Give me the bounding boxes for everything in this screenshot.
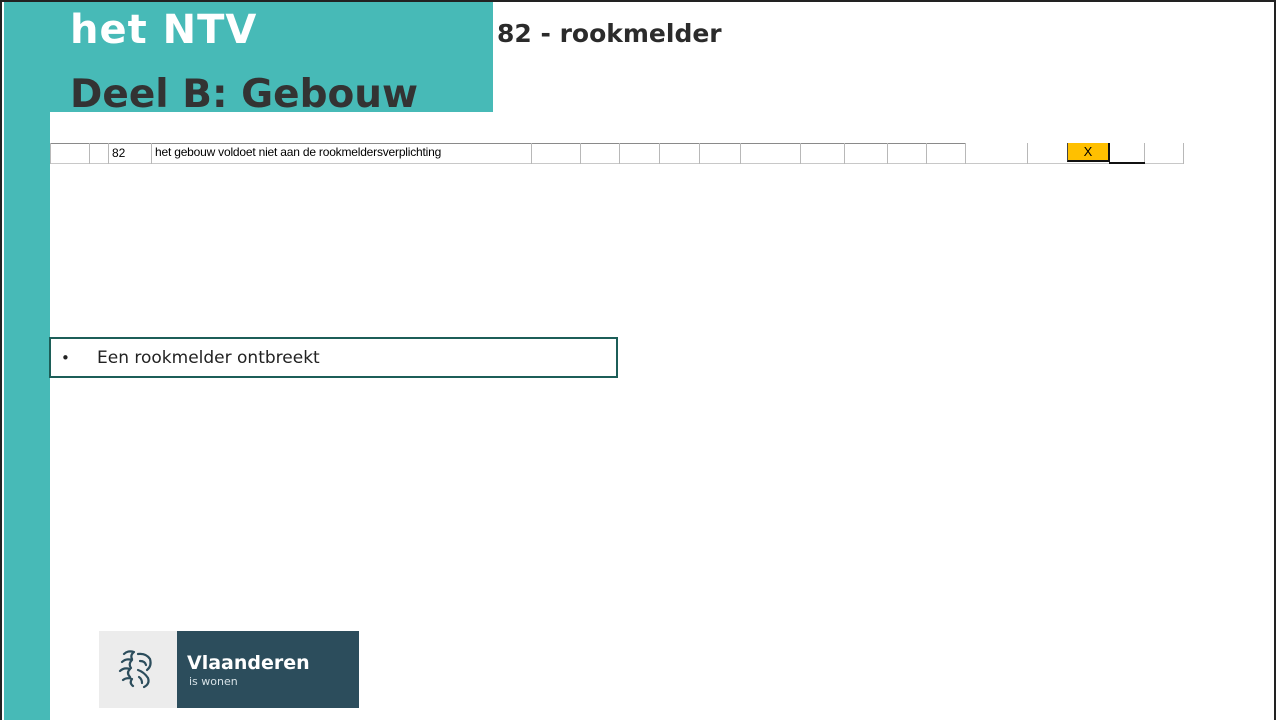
cell-divider: [1144, 143, 1145, 164]
lion-icon: [118, 650, 152, 689]
cell-divider: [844, 143, 845, 164]
cell-divider: [1027, 143, 1028, 164]
table-row: 82 het gebouw voldoet niet aan de rookme…: [50, 143, 1184, 164]
cell-divider: [699, 143, 700, 164]
slide-title: het NTV: [70, 7, 258, 53]
row-bottom-border: [50, 163, 1184, 164]
logo-name: Vlaanderen: [187, 652, 310, 674]
logo-subtitle: is wonen: [189, 675, 238, 688]
slide: het NTV Deel B: Gebouw 82 - rookmelder 8…: [0, 0, 1276, 720]
cell-divider: [89, 143, 90, 164]
item-heading: 82 - rookmelder: [497, 19, 722, 48]
cell-divider: [659, 143, 660, 164]
row-number: 82: [112, 146, 126, 160]
cell-divider: [580, 143, 581, 164]
mark-underline: [1109, 162, 1145, 164]
row-description: het gebouw voldoet niet aan de rookmelde…: [155, 145, 442, 159]
note-text: Een rookmelder ontbreekt: [97, 348, 320, 368]
vlaanderen-logo: Vlaanderen is wonen: [99, 631, 359, 708]
cell-divider: [531, 143, 532, 164]
cell-divider: [619, 143, 620, 164]
slide-subtitle: Deel B: Gebouw: [70, 72, 419, 117]
logo-panel: Vlaanderen is wonen: [177, 631, 359, 708]
cell-divider: [108, 143, 109, 164]
row-mark-cell: X: [1067, 143, 1110, 162]
cell-divider: [965, 143, 966, 164]
note-box: • Een rookmelder ontbreekt: [49, 337, 618, 378]
cell-divider: [740, 143, 741, 164]
bullet-icon: •: [61, 349, 70, 367]
cell-divider: [800, 143, 801, 164]
cell-divider: [151, 143, 152, 164]
cell-divider: [50, 143, 51, 164]
logo-emblem: [99, 631, 177, 708]
cell-divider: [926, 143, 927, 164]
cell-divider: [1183, 143, 1184, 164]
cell-divider: [887, 143, 888, 164]
